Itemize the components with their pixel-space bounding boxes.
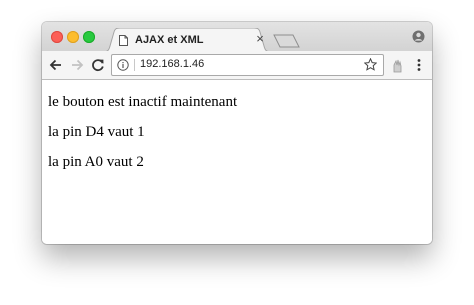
close-icon[interactable]: ×	[253, 32, 267, 46]
page-content: le bouton est inactif maintenant la pin …	[42, 80, 432, 244]
close-window-button[interactable]	[51, 31, 63, 43]
minimize-window-button[interactable]	[67, 31, 79, 43]
address-bar[interactable]: 192.168.1.46	[111, 54, 384, 76]
title-bar: AJAX et XML ×	[42, 22, 432, 52]
forward-arrow-icon[interactable]	[69, 57, 85, 73]
button-status-text: le bouton est inactif maintenant	[48, 94, 238, 110]
toolbar: 192.168.1.46	[42, 51, 432, 80]
pin-d4-text: la pin D4 vaut 1	[48, 124, 145, 140]
pin-a0-text: la pin A0 vaut 2	[48, 154, 144, 170]
browser-window: AJAX et XML × 192.168.1.46 le bouton est…	[42, 22, 432, 244]
page-icon	[119, 35, 128, 46]
profile-icon[interactable]	[412, 30, 425, 43]
back-arrow-icon[interactable]	[48, 57, 64, 73]
url-text[interactable]: 192.168.1.46	[140, 58, 204, 70]
extension-icon[interactable]	[391, 57, 405, 73]
tab-ajax-et-xml[interactable]: AJAX et XML ×	[102, 28, 272, 52]
zoom-window-button[interactable]	[83, 31, 95, 43]
info-icon[interactable]	[117, 59, 129, 71]
tab-title: AJAX et XML	[135, 34, 204, 46]
reload-icon[interactable]	[90, 57, 106, 73]
star-icon[interactable]	[364, 58, 377, 71]
menu-icon[interactable]	[413, 58, 425, 72]
new-tab-icon[interactable]	[273, 34, 301, 48]
address-separator	[134, 59, 135, 71]
